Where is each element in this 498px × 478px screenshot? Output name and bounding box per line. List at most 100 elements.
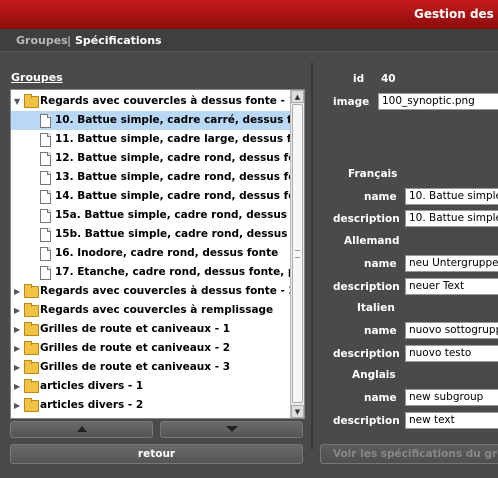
scroll-up-arrow[interactable]: ▲ [291, 90, 304, 103]
tree-item-row[interactable]: 16. Inodore, cadre rond, dessus fonte [11, 244, 290, 263]
nav-groupes-link[interactable]: Groupes [16, 34, 68, 47]
tree-item-label: Grilles de route et caniveaux - 3 [40, 361, 231, 373]
tree-item-row[interactable]: 14. Battue simple, cadre rond, dessus fo… [11, 187, 304, 206]
francais-description-field[interactable]: 10. Battue simple, c [405, 210, 498, 227]
italien-description-label: description [333, 348, 400, 360]
folder-icon [24, 284, 39, 298]
tree-item-row[interactable]: 17. Etanche, cadre rond, dessus fonte, p… [11, 263, 304, 282]
document-icon [40, 190, 51, 204]
image-field[interactable]: 100_synoptic.png [378, 93, 498, 110]
collapse-arrow-icon[interactable]: ▼ [14, 92, 22, 111]
voir-specifications-button[interactable]: Voir les spécifications du gr [320, 444, 498, 464]
nav-separator: | [67, 34, 72, 47]
tree-folder-row[interactable]: ▶ articles divers - 1 [11, 377, 290, 396]
anglais-name-field[interactable]: new subgroup [405, 389, 498, 406]
tree-folder-row[interactable]: ▼ Regards avec couvercles à dessus fonte … [11, 92, 296, 111]
move-down-button[interactable] [160, 421, 303, 438]
anglais-heading: Anglais [352, 369, 396, 381]
italien-name-label: name [364, 325, 397, 337]
arrow-up-icon [76, 426, 87, 432]
groups-heading: Groupes [11, 71, 63, 84]
francais-description-label: description [333, 213, 400, 225]
arrow-down-icon [225, 426, 238, 432]
allemand-name-field[interactable]: neu Untergruppe [405, 255, 498, 272]
expand-arrow-icon[interactable]: ▶ [14, 339, 22, 358]
tree-item-label: 15a. Battue simple, cadre rond, dessus f… [55, 209, 305, 221]
nav-specifications-link[interactable]: Spécifications [75, 34, 162, 47]
image-label: image [333, 96, 370, 108]
scroll-down-arrow[interactable]: ▼ [291, 405, 304, 418]
scroll-grip [295, 250, 300, 258]
id-value: 40 [381, 73, 396, 85]
document-icon [40, 114, 51, 128]
tree-item-row[interactable]: 12. Battue simple, cadre rond, dessus fo… [11, 149, 304, 168]
francais-name-field[interactable]: 10. Battue simple, c [405, 188, 498, 205]
tree-item-label: Regards avec couvercles à dessus fonte -… [40, 95, 296, 107]
tree-item-label: 17. Etanche, cadre rond, dessus fonte, p… [55, 266, 305, 278]
expand-arrow-icon[interactable]: ▶ [14, 320, 22, 339]
allemand-description-label: description [333, 281, 400, 293]
tree-item-label: 15b. Battue simple, cadre rond, dessus f… [55, 228, 305, 240]
folder-icon [24, 303, 39, 317]
groups-tree[interactable]: ▼ Regards avec couvercles à dessus fonte … [10, 89, 305, 419]
tree-item-row[interactable]: 15b. Battue simple, cadre rond, dessus f… [11, 225, 304, 244]
anglais-description-field[interactable]: new text [405, 412, 498, 429]
document-icon [40, 133, 51, 147]
tree-scrollbar[interactable]: ▲ ▼ [290, 90, 304, 418]
tree-item-label: Grilles de route et caniveaux - 2 [40, 342, 231, 354]
expand-arrow-icon[interactable]: ▶ [14, 377, 22, 396]
allemand-heading: Allemand [344, 235, 400, 247]
id-label: id [353, 73, 365, 85]
tree-folder-row[interactable]: ▶ Regards avec couvercles à remplissage [11, 301, 290, 320]
anglais-description-label: description [333, 415, 400, 427]
expand-arrow-icon[interactable]: ▶ [14, 301, 22, 320]
folder-icon [24, 94, 39, 108]
expand-arrow-icon[interactable]: ▶ [14, 358, 22, 377]
tree-item-row[interactable]: 10. Battue simple, cadre carré, dessus f… [11, 111, 304, 130]
document-icon [40, 228, 51, 242]
tree-item-label: Grilles de route et caniveaux - 1 [40, 323, 231, 335]
tree-item-row[interactable]: 11. Battue simple, cadre large, dessus f… [11, 130, 304, 149]
breadcrumb-nav: Groupes | Spécifications [0, 29, 498, 52]
tree-folder-row[interactable]: ▶ Grilles de route et caniveaux - 2 [11, 339, 290, 358]
anglais-name-label: name [364, 392, 397, 404]
tree-item-label: Regards avec couvercles à remplissage [40, 304, 274, 316]
tree-item-label: 10. Battue simple, cadre carré, dessus f… [55, 114, 305, 126]
app-title: Gestion des spé [414, 7, 498, 21]
allemand-name-label: name [364, 258, 397, 270]
tree-item-label: articles divers - 1 [40, 380, 144, 392]
italien-name-field[interactable]: nuovo sottogruppo [405, 322, 498, 339]
document-icon [40, 152, 51, 166]
tree-item-label: 16. Inodore, cadre rond, dessus fonte [55, 247, 279, 259]
tree-folder-row[interactable]: ▶ Grilles de route et caniveaux - 1 [11, 320, 290, 339]
tree-folder-row[interactable]: ▶ articles divers - 2 [11, 396, 290, 415]
allemand-description-field[interactable]: neuer Text [405, 278, 498, 295]
tree-folder-row[interactable]: ▶ Grilles de route et caniveaux - 3 [11, 358, 290, 377]
italien-heading: Italien [357, 302, 395, 314]
document-icon [40, 247, 51, 261]
document-icon [40, 266, 51, 280]
document-icon [40, 209, 51, 223]
scroll-thumb[interactable] [292, 104, 303, 403]
document-icon [40, 171, 51, 185]
folder-icon [24, 398, 39, 412]
folder-icon [24, 322, 39, 336]
tree-item-row[interactable]: 15a. Battue simple, cadre rond, dessus f… [11, 206, 304, 225]
francais-name-label: name [364, 191, 397, 203]
italien-description-field[interactable]: nuovo testo [405, 345, 498, 362]
retour-button[interactable]: retour [10, 444, 303, 464]
panel-divider [311, 62, 313, 450]
tree-folder-row[interactable]: ▶ Regards avec couvercles à dessus fonte … [11, 282, 296, 301]
francais-heading: Français [348, 168, 398, 180]
tree-item-label: articles divers - 2 [40, 399, 144, 411]
expand-arrow-icon[interactable]: ▶ [14, 396, 22, 415]
tree-item-label: 11. Battue simple, cadre large, dessus f… [55, 133, 305, 145]
expand-arrow-icon[interactable]: ▶ [14, 282, 22, 301]
tree-item-label: 13. Battue simple, cadre rond, dessus fo… [55, 171, 305, 183]
folder-icon [24, 379, 39, 393]
move-up-button[interactable] [10, 421, 153, 438]
tree-item-row[interactable]: 13. Battue simple, cadre rond, dessus fo… [11, 168, 304, 187]
folder-icon [24, 360, 39, 374]
tree-item-label: Regards avec couvercles à dessus fonte -… [40, 285, 296, 297]
tree-item-label: 12. Battue simple, cadre rond, dessus fo… [55, 152, 305, 164]
